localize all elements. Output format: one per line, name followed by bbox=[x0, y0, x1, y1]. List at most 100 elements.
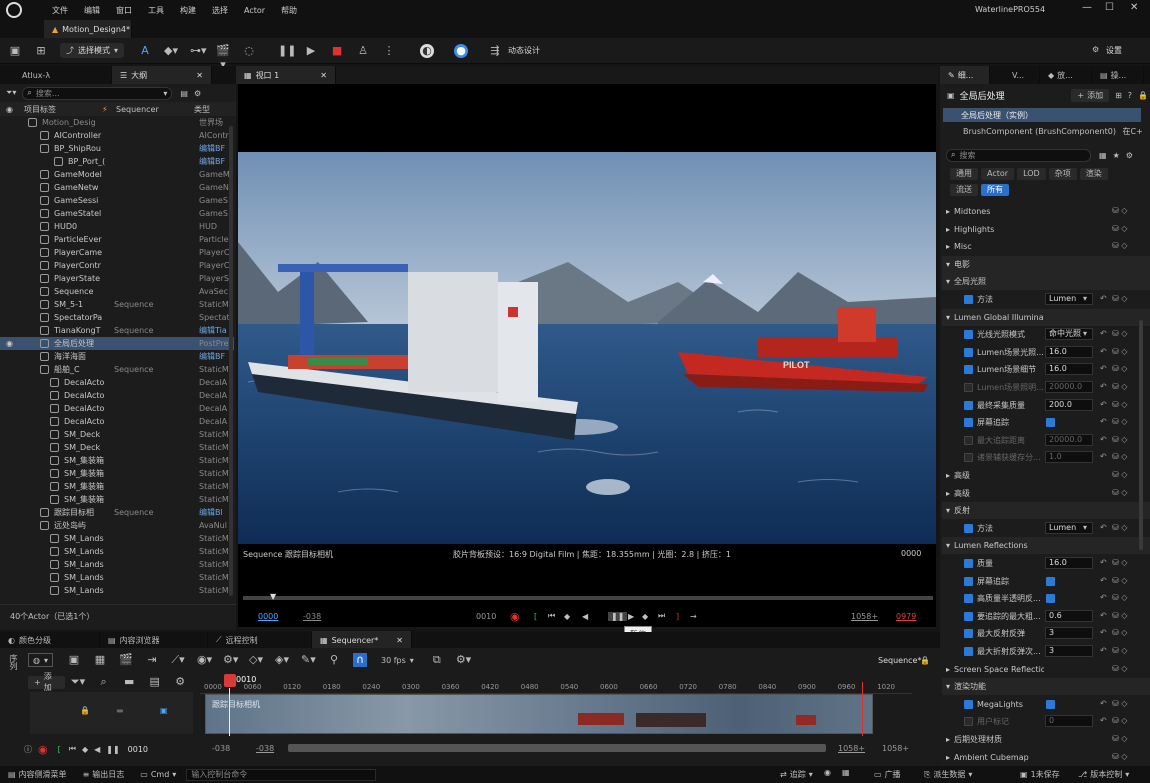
gear-icon[interactable]: ⚙▾ bbox=[456, 653, 471, 667]
reset-icon[interactable]: ↶ bbox=[1100, 364, 1107, 373]
prev-key-icon[interactable]: ◆ bbox=[82, 745, 88, 754]
content-drawer-button[interactable]: ▤ 内容侧滑菜单 bbox=[8, 769, 67, 780]
key-icon[interactable]: ◇▾ bbox=[249, 653, 263, 667]
reset-icon[interactable]: ↶ bbox=[1100, 347, 1107, 356]
filter-misc[interactable]: 杂项 bbox=[1048, 168, 1077, 180]
curve-icon[interactable]: ⧉ bbox=[430, 653, 444, 667]
reset-icon[interactable]: ↶ bbox=[1100, 593, 1107, 602]
reset-icon[interactable]: ↶ bbox=[1100, 699, 1107, 708]
reset-icon[interactable]: ↶ bbox=[1100, 523, 1107, 532]
outliner-row[interactable]: SM_Lands StaticM bbox=[0, 584, 234, 597]
collapse-arrow-icon[interactable]: ▸ bbox=[946, 242, 954, 251]
actor-type[interactable]: 编辑BF bbox=[199, 143, 229, 154]
lock-icon[interactable]: 🔒 bbox=[80, 706, 90, 715]
gear-icon[interactable]: ⚙ bbox=[194, 89, 201, 98]
tab-details[interactable]: ✎ 细... bbox=[940, 66, 990, 84]
camera-record-icon[interactable]: ◉ bbox=[824, 768, 831, 777]
outliner-row[interactable]: BP_Port_(编辑BF bbox=[0, 155, 234, 168]
keyframe-icon[interactable]: ⛁ ◇ bbox=[1112, 364, 1127, 373]
next-frame-icon[interactable]: ▶ bbox=[628, 612, 634, 621]
playhead-icon[interactable]: ▼ bbox=[270, 592, 276, 601]
content-icon[interactable]: ⊞ bbox=[34, 44, 48, 58]
output-log-button[interactable]: ≡ 输出日志 bbox=[83, 769, 125, 780]
details-row[interactable]: ▾ 电影 bbox=[942, 255, 1150, 273]
outliner-row[interactable]: SM_集装箱 StaticM bbox=[0, 454, 234, 467]
close-icon[interactable]: ✕ bbox=[320, 71, 327, 80]
override-checkbox[interactable] bbox=[964, 347, 973, 357]
override-checkbox[interactable] bbox=[964, 330, 973, 340]
blueprint-icon[interactable]: ⊞ bbox=[1115, 91, 1122, 100]
grid-icon[interactable]: ▦ bbox=[1099, 151, 1107, 160]
expand-arrow-icon[interactable]: ▾ bbox=[946, 541, 954, 550]
keyframe-icon[interactable]: ⛁ ◇ bbox=[1112, 206, 1127, 215]
keyframe-icon[interactable]: ⛁ ◇ bbox=[1112, 417, 1127, 426]
playhead-marker[interactable] bbox=[224, 674, 236, 687]
mode-selector[interactable]: ⤴ 选择模式 ▾ bbox=[60, 43, 125, 58]
keyframe-icon[interactable]: ⛁ ◇ bbox=[1112, 576, 1127, 585]
doc-tab[interactable]: ▲ Motion_Design4* bbox=[44, 20, 132, 38]
expand-arrow-icon[interactable]: ▾ bbox=[946, 277, 954, 286]
filter-all[interactable]: 所有 bbox=[981, 184, 1009, 196]
keyframe-icon[interactable]: ⛁ ◇ bbox=[1112, 699, 1127, 708]
value-input[interactable]: 0.6 bbox=[1045, 609, 1093, 622]
eye-icon[interactable]: ◉ bbox=[6, 105, 13, 114]
value-input[interactable]: 3 bbox=[1045, 645, 1093, 657]
outliner-row[interactable]: Sequence AvaSec bbox=[0, 285, 234, 298]
trace-button[interactable]: ⇄ 追踪 ▾ bbox=[780, 769, 813, 780]
filter-lod[interactable]: LOD bbox=[1017, 168, 1046, 180]
console-input[interactable]: 输入控制台命令 bbox=[186, 768, 377, 781]
scene-render[interactable]: PILOT bbox=[238, 152, 936, 544]
outliner-row[interactable]: ParticleEver Particle bbox=[0, 233, 234, 246]
fps-selector[interactable]: 30 fps bbox=[381, 656, 406, 665]
outliner-search[interactable]: ⌕ 搜索... ▾ bbox=[22, 86, 173, 100]
collapse-arrow-icon[interactable]: ▸ bbox=[946, 665, 954, 674]
lock-icon[interactable]: 🔒 bbox=[920, 656, 930, 665]
value-checkbox[interactable] bbox=[1046, 576, 1055, 586]
value-input[interactable]: 16.0 bbox=[1045, 363, 1093, 376]
outliner-row[interactable]: PlayerContr PlayerC bbox=[0, 259, 234, 272]
actor-type[interactable]: 编辑BF bbox=[199, 351, 229, 362]
outliner-row[interactable]: 船舶_C Sequence StaticM bbox=[0, 363, 234, 376]
loop-icon[interactable]: → bbox=[690, 612, 697, 621]
keyframe-icon[interactable]: ⛁ ◇ bbox=[1112, 558, 1127, 567]
details-row[interactable]: ▾ 反射 bbox=[942, 502, 1150, 520]
outliner-row[interactable]: SM_Lands StaticM bbox=[0, 558, 234, 571]
keyframe-icon[interactable]: ⛁ ◇ bbox=[1112, 382, 1127, 391]
menu-tools[interactable]: 工具 bbox=[148, 5, 164, 16]
reset-icon[interactable]: ↶ bbox=[1100, 382, 1107, 391]
reset-icon[interactable]: ↶ bbox=[1100, 628, 1107, 637]
override-checkbox[interactable] bbox=[964, 699, 973, 709]
tab-viewport[interactable]: ▦ 视口 1 ✕ bbox=[236, 66, 336, 84]
close-icon[interactable]: ✕ bbox=[1130, 2, 1138, 13]
reset-icon[interactable]: ↶ bbox=[1100, 417, 1107, 426]
keyframe-icon[interactable]: ⛁ ◇ bbox=[1112, 593, 1127, 602]
reset-icon[interactable]: ↶ bbox=[1100, 611, 1107, 620]
override-checkbox[interactable] bbox=[964, 418, 973, 428]
tab-content-browser[interactable]: ▤ 内容浏览器 bbox=[100, 631, 208, 649]
value-input[interactable]: 0 bbox=[1045, 715, 1093, 728]
search-icon[interactable]: ⌕ bbox=[97, 675, 111, 689]
version-control-button[interactable]: ⎇ 版本控制 ▾ bbox=[1078, 769, 1129, 780]
details-scrollbar[interactable] bbox=[1139, 320, 1143, 550]
save-icon[interactable]: ▣ bbox=[8, 44, 22, 58]
save-icon[interactable]: ▣ bbox=[67, 653, 81, 667]
skip-end-icon[interactable]: ⏭ bbox=[658, 611, 665, 621]
next-key-icon[interactable]: ◆ bbox=[642, 612, 648, 621]
outliner-row[interactable]: GameModel GameM bbox=[0, 168, 234, 181]
tab-outliner[interactable]: ☰ 大纲 ✕ bbox=[112, 66, 212, 84]
play-icon[interactable]: ▶ bbox=[304, 44, 318, 58]
gear-icon[interactable]: ⚙ bbox=[1126, 151, 1133, 160]
override-checkbox[interactable] bbox=[964, 611, 973, 621]
pin-icon[interactable]: ⚲ bbox=[327, 653, 341, 667]
details-search[interactable]: ⌕ 搜索 bbox=[946, 148, 1091, 162]
keyframe-icon[interactable]: ⛁ ◇ bbox=[1112, 646, 1127, 655]
reset-icon[interactable]: ↶ bbox=[1100, 452, 1107, 461]
expand-arrow-icon[interactable]: ▾ bbox=[946, 506, 954, 515]
settings-button[interactable]: 设置 bbox=[1106, 45, 1122, 56]
pause-button[interactable]: ❚❚ bbox=[608, 611, 628, 621]
details-row[interactable]: ▾ Lumen Reflections bbox=[942, 537, 1150, 555]
mark-in-icon[interactable]: [ bbox=[58, 745, 61, 754]
timeline-scrollbar[interactable] bbox=[288, 744, 826, 752]
col-label[interactable]: 项目标签 bbox=[24, 104, 56, 115]
value-checkbox[interactable] bbox=[1046, 699, 1055, 709]
